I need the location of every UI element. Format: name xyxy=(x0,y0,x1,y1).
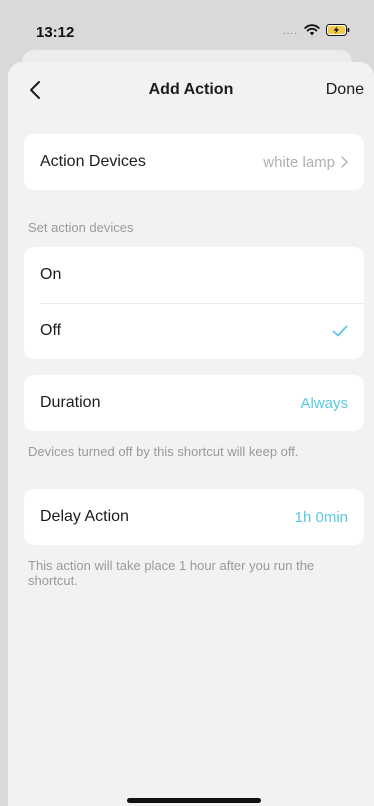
delay-note: This action will take place 1 hour after… xyxy=(28,558,315,588)
delay-action-row[interactable]: Delay Action 1h 0min xyxy=(24,489,364,545)
duration-value: Always xyxy=(300,394,348,412)
option-on-row[interactable]: On xyxy=(24,247,364,303)
option-off-row[interactable]: Off xyxy=(24,303,364,359)
delay-action-value: 1h 0min xyxy=(294,508,348,526)
signal-dots: .... xyxy=(282,26,298,37)
set-action-card: On Off xyxy=(24,247,364,359)
delay-card: Delay Action 1h 0min xyxy=(24,489,364,545)
set-action-section-label: Set action devices xyxy=(28,220,134,235)
action-devices-label: Action Devices xyxy=(40,153,146,170)
delay-action-label: Delay Action xyxy=(40,508,129,525)
action-devices-row[interactable]: Action Devices white lamp xyxy=(24,134,364,190)
status-icons: .... xyxy=(283,23,350,41)
done-button[interactable]: Done xyxy=(326,81,364,99)
option-on-label: On xyxy=(40,266,62,283)
duration-label: Duration xyxy=(40,394,101,411)
duration-note: Devices turned off by this shortcut will… xyxy=(28,444,299,459)
action-devices-card: Action Devices white lamp xyxy=(24,134,364,190)
divider xyxy=(40,303,364,304)
page-title: Add Action xyxy=(148,81,234,98)
nav-bar: Add Action Done xyxy=(8,62,374,118)
duration-card: Duration Always xyxy=(24,375,364,431)
option-off-label: Off xyxy=(40,322,62,339)
battery-charging-icon xyxy=(326,23,350,41)
home-indicator[interactable] xyxy=(127,798,261,803)
duration-row[interactable]: Duration Always xyxy=(24,375,364,431)
wifi-icon xyxy=(304,23,320,41)
checkmark-icon xyxy=(332,325,348,337)
action-devices-value-group: white lamp xyxy=(263,154,348,171)
add-action-sheet: Add Action Done Action Devices white lam… xyxy=(8,62,374,806)
action-devices-value: white lamp xyxy=(263,153,335,171)
chevron-right-icon xyxy=(341,156,348,168)
status-time: 13:12 xyxy=(36,24,75,41)
